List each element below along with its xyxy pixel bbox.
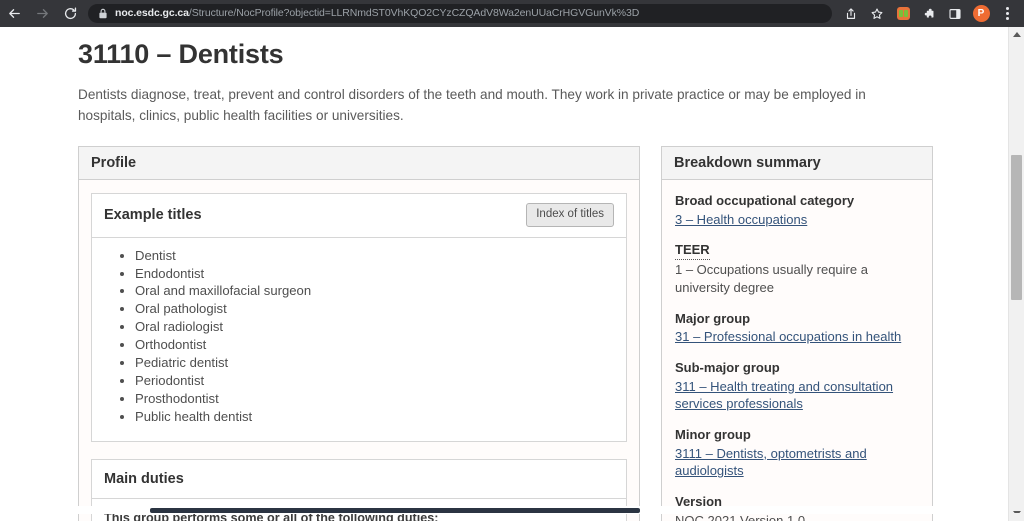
list-item: Oral and maxillofacial surgeon — [135, 283, 614, 300]
main-duties-header: Main duties — [92, 459, 626, 499]
url-path: /Structure/NocProfile?objectid=LLRNmdST0… — [188, 7, 640, 19]
breakdown-value-teer: 1 – Occupations usually require a univer… — [675, 262, 868, 295]
teer-abbreviation[interactable]: TEER — [675, 241, 710, 261]
breakdown-summary-panel: Breakdown summary Broad occupational cat… — [661, 146, 933, 521]
page-description: Dentists diagnose, treat, prevent and co… — [78, 87, 866, 124]
example-titles-heading: Example titles — [104, 206, 202, 223]
breakdown-group-minor-group: Minor group 3111 – Dentists, optometrist… — [675, 426, 919, 480]
side-panel-icon — [949, 8, 961, 19]
three-dot-menu-icon — [1005, 7, 1009, 20]
breakdown-link-minor-group[interactable]: 3111 – Dentists, optometrists and audiol… — [675, 445, 919, 481]
puzzle-piece-icon — [924, 8, 934, 17]
address-bar[interactable]: noc.esdc.gc.ca/Structure/NocProfile?obje… — [88, 4, 832, 23]
two-column-layout: Profile Example titles Index of titles •… — [78, 146, 934, 521]
list-item: Dentist — [135, 248, 614, 265]
page-viewport: 31110 – Dentists Dentists diagnose, trea… — [0, 27, 1024, 521]
list-item: Periodontist — [135, 373, 614, 390]
profile-button[interactable]: P — [968, 0, 994, 27]
example-titles-body: Dentist Endodontist Oral and maxillofaci… — [92, 237, 626, 441]
example-titles-header: Example titles Index of titles — [92, 194, 626, 238]
breakdown-label: Minor group — [675, 427, 751, 443]
scrollbar-corner — [1009, 513, 1024, 521]
browser-menu-button[interactable] — [994, 0, 1020, 27]
forward-arrow-icon — [36, 9, 48, 18]
reload-icon — [64, 7, 76, 20]
breakdown-summary-heading: Breakdown summary — [662, 147, 932, 181]
scroll-up-button[interactable] — [1009, 27, 1024, 42]
list-item: Public health dentist — [135, 409, 614, 426]
page-content: 31110 – Dentists Dentists diagnose, trea… — [78, 39, 934, 521]
list-item: Endodontist — [135, 266, 614, 283]
share-icon — [846, 7, 856, 19]
browser-actions: P — [838, 0, 1024, 27]
vertical-scrollbar[interactable] — [1008, 27, 1024, 521]
page-title: 31110 – Dentists — [78, 39, 284, 69]
horizontal-scrollbar[interactable] — [0, 506, 1009, 514]
breakdown-label: Sub-major group — [675, 359, 780, 375]
browser-toolbar: noc.esdc.gc.ca/Structure/NocProfile?obje… — [0, 0, 1024, 27]
list-item: Oral radiologist — [135, 319, 614, 336]
back-button[interactable] — [0, 0, 28, 27]
avatar: P — [972, 5, 990, 22]
chevron-up-icon — [1012, 32, 1021, 37]
list-item: Oral pathologist — [135, 301, 614, 318]
lock-icon — [98, 8, 108, 19]
breakdown-link-broad-occupational-category[interactable]: 3 – Health occupations — [675, 211, 919, 229]
breakdown-label-wrap: TEER — [675, 241, 919, 261]
forward-button[interactable] — [28, 0, 56, 27]
list-item: Pediatric dentist — [135, 355, 614, 372]
breakdown-group-broad-occupational-category: Broad occupational category 3 – Health o… — [675, 192, 919, 228]
extensions-button[interactable] — [916, 0, 942, 27]
url-text: noc.esdc.gc.ca/Structure/NocProfile?obje… — [115, 4, 639, 23]
right-column: Breakdown summary Broad occupational cat… — [661, 146, 933, 521]
breakdown-link-major-group[interactable]: 31 – Professional occupations in health — [675, 328, 919, 346]
example-titles-list: Dentist Endodontist Oral and maxillofaci… — [104, 248, 614, 426]
list-item: Prosthodontist — [135, 391, 614, 408]
vertical-scrollbar-thumb[interactable] — [1011, 155, 1022, 300]
profile-panel-heading: Profile — [79, 147, 639, 181]
profile-panel-body: Example titles Index of titles Dentist E… — [79, 180, 639, 521]
share-button[interactable] — [838, 0, 864, 27]
extension-icon — [896, 7, 910, 20]
main-duties-heading: Main duties — [104, 470, 184, 487]
breakdown-group-major-group: Major group 31 – Professional occupation… — [675, 310, 919, 346]
web-page: 31110 – Dentists Dentists diagnose, trea… — [0, 27, 1009, 521]
padlock-glyph — [99, 8, 107, 19]
url-domain: noc.esdc.gc.ca — [115, 7, 189, 19]
example-titles-card: Example titles Index of titles Dentist E… — [91, 193, 627, 442]
extension-button[interactable] — [890, 0, 916, 27]
breakdown-link-sub-major-group[interactable]: 311 – Health treating and consultation s… — [675, 378, 919, 414]
list-item: Orthodontist — [135, 337, 614, 354]
star-icon — [871, 7, 883, 19]
left-column: Profile Example titles Index of titles •… — [78, 146, 640, 521]
breakdown-group-teer: TEER 1 – Occupations usually require a u… — [675, 241, 919, 296]
horizontal-scrollbar-thumb[interactable] — [150, 508, 640, 513]
breakdown-label: Major group — [675, 310, 751, 326]
side-panel-button[interactable] — [942, 0, 968, 27]
reload-button[interactable] — [56, 0, 84, 27]
breakdown-group-sub-major-group: Sub-major group 311 – Health treating an… — [675, 359, 919, 413]
breakdown-label: Broad occupational category — [675, 193, 855, 209]
profile-panel: Profile Example titles Index of titles •… — [78, 146, 640, 521]
back-arrow-icon — [8, 9, 20, 18]
bookmark-button[interactable] — [864, 0, 890, 27]
breakdown-summary-body: Broad occupational category 3 – Health o… — [662, 180, 932, 521]
index-of-titles-button[interactable]: Index of titles — [526, 203, 614, 227]
